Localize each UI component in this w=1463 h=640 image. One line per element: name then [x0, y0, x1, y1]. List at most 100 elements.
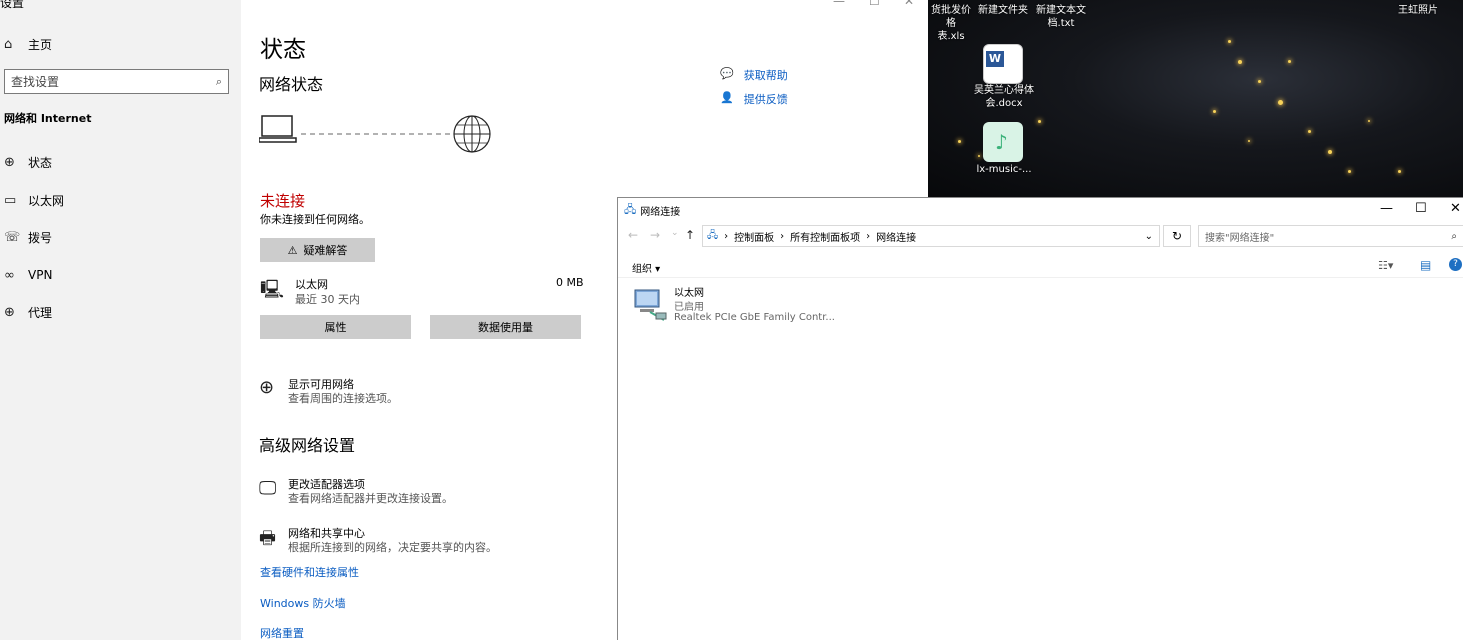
breadcrumb-sep-icon: ›	[780, 230, 785, 242]
organize-menu[interactable]: 组织 ▾	[632, 260, 660, 275]
connection-status: 已启用	[674, 302, 704, 313]
desktop-icon-photos[interactable]: 王虹照片	[1390, 4, 1446, 17]
search-placeholder: 搜索"网络连接"	[1205, 232, 1275, 244]
proxy-icon: ⊕	[4, 304, 15, 320]
window-caption: 设置	[0, 0, 25, 10]
globe-lock-icon: ⊕	[259, 377, 275, 398]
desktop-icon-label: 新建文本文	[1036, 5, 1086, 16]
sidebar-item-label: 状态	[28, 155, 53, 170]
desktop-icon-label: 吴英兰心得体	[974, 85, 1034, 96]
feedback-link[interactable]: 👤 提供反馈	[720, 91, 788, 107]
up-arrow-icon[interactable]: ↑	[685, 228, 695, 242]
data-usage-button[interactable]: 数据使用量	[430, 315, 581, 339]
view-options-icon[interactable]: ☷▾	[1378, 259, 1393, 272]
search-placeholder: 查找设置	[11, 75, 60, 89]
home-icon: ⌂	[4, 36, 13, 52]
breadcrumb-network[interactable]: 网络连接	[876, 229, 916, 244]
sidebar-item-vpn[interactable]: ∞ VPN	[4, 265, 52, 285]
connection-status: 未连接	[260, 192, 306, 210]
breadcrumb-sep-icon: ›	[866, 230, 871, 242]
help-icon: 💬	[720, 67, 734, 80]
search-icon: ⌕	[1451, 230, 1457, 242]
sidebar-item-label: VPN	[28, 268, 53, 282]
close-icon[interactable]: ✕	[1450, 201, 1461, 216]
address-dropdown-icon[interactable]: ⌄	[1145, 231, 1153, 242]
sidebar-item-dialup[interactable]: ☏ 拨号	[4, 227, 52, 247]
status-icon: ⊕	[4, 154, 15, 170]
desktop-icon-label: 货批发价格	[931, 5, 971, 29]
sidebar-section-title: 网络和 Internet	[4, 112, 92, 125]
sidebar-item-label: 代理	[28, 305, 53, 320]
breadcrumb-control-panel[interactable]: 控制面板	[734, 229, 774, 244]
connection-status-desc: 你未连接到任何网络。	[260, 213, 370, 226]
settings-search-input[interactable]: 查找设置 ⌕	[4, 69, 229, 94]
back-arrow-icon[interactable]: ←	[628, 228, 638, 242]
minimize-icon[interactable]: —	[1380, 201, 1393, 216]
sidebar-item-proxy[interactable]: ⊕ 代理	[4, 302, 52, 322]
advanced-heading: 高级网络设置	[259, 436, 356, 455]
dialup-icon: ☏	[4, 229, 21, 245]
page-title: 状态	[260, 37, 306, 63]
ethernet-usage: 0 MB	[556, 276, 584, 289]
explorer-window: 🖧 网络连接 — ☐ ✕ ← → ⌄ ↑ 🖧 › 控制面板 › 所有控制面板项 …	[617, 197, 1463, 640]
connection-name: 以太网	[674, 288, 704, 299]
desktop-icon-lx-music[interactable]: lx-music-...	[972, 163, 1036, 176]
refresh-button[interactable]: ↻	[1163, 225, 1191, 247]
minimize-icon[interactable]: —	[833, 0, 845, 8]
properties-button[interactable]: 属性	[260, 315, 411, 339]
sidebar-item-ethernet[interactable]: ▭ 以太网	[4, 190, 64, 210]
desktop-icon-label: lx-music-...	[976, 164, 1032, 175]
desktop-icon-xls[interactable]: 货批发价格 表.xls	[928, 4, 974, 43]
settings-sidebar: 设置 ⌂ 主页 查找设置 ⌕ 网络和 Internet ⊕ 状态 ▭ 以太网 ☏…	[0, 0, 241, 640]
connection-device: Realtek PCIe GbE Family Contr...	[674, 312, 835, 323]
help-icon[interactable]: ?	[1449, 258, 1462, 271]
sidebar-home[interactable]: ⌂ 主页	[4, 34, 52, 54]
sharing-center-icon: 🖶	[259, 528, 276, 549]
network-diagram	[259, 115, 491, 153]
troubleshoot-button[interactable]: ⚠ 疑难解答	[260, 238, 375, 262]
desktop-icon-label: 王虹照片	[1398, 5, 1438, 16]
explorer-search-input[interactable]: 搜索"网络连接" ⌕	[1198, 225, 1463, 247]
get-help-link[interactable]: 💬 获取帮助	[720, 67, 788, 83]
hardware-properties-link[interactable]: 查看硬件和连接属性	[260, 564, 359, 580]
desktop-icon-label: 新建文件夹	[978, 5, 1028, 16]
breadcrumb-sep-icon: ›	[724, 230, 729, 242]
address-bar[interactable]: 🖧 › 控制面板 › 所有控制面板项 › 网络连接 ⌄	[702, 225, 1160, 247]
preview-pane-icon[interactable]: ▤	[1420, 258, 1431, 272]
laptop-icon	[259, 115, 297, 143]
sidebar-item-label: 拨号	[28, 230, 53, 245]
firewall-link[interactable]: Windows 防火墙	[260, 595, 346, 611]
vpn-icon: ∞	[4, 267, 15, 283]
desktop-icon-new-folder[interactable]: 新建文件夹	[976, 4, 1030, 17]
network-reset-link[interactable]: 网络重置	[260, 625, 304, 640]
sidebar-home-label: 主页	[28, 37, 53, 52]
ethernet-icon: ▭	[4, 192, 17, 208]
maximize-icon[interactable]: ☐	[1415, 201, 1427, 216]
adapter-icon: 🖵	[259, 478, 277, 499]
desktop-icon-docx[interactable]: 吴英兰心得体 会.docx	[972, 84, 1036, 110]
sidebar-item-status[interactable]: ⊕ 状态	[4, 152, 52, 172]
maximize-icon[interactable]: ☐	[869, 0, 880, 8]
desktop-icon-label: 档.txt	[1047, 18, 1075, 29]
ethernet-connection-item[interactable]: 以太网 已启用 Realtek PCIe GbE Family Contr...	[632, 284, 852, 328]
desktop-icon-label: 表.xls	[937, 31, 965, 42]
ethernet-adapter-icon	[634, 289, 667, 321]
forward-arrow-icon[interactable]: →	[650, 228, 660, 242]
desktop-icon-txt[interactable]: 新建文本文 档.txt	[1034, 4, 1088, 30]
word-doc-icon[interactable]: W	[983, 44, 1023, 84]
show-networks-desc: 查看周围的连接选项。	[288, 392, 398, 405]
breadcrumb-all-items[interactable]: 所有控制面板项	[790, 229, 860, 244]
music-app-icon[interactable]: ♪	[983, 122, 1023, 162]
ethernet-period: 最近 30 天内	[295, 293, 360, 306]
desktop-icon-label: 会.docx	[985, 98, 1023, 109]
close-icon[interactable]: ✕	[904, 0, 914, 8]
recent-dropdown-icon[interactable]: ⌄	[671, 228, 679, 238]
network-folder-icon: 🖧	[624, 202, 637, 216]
sharing-center-desc: 根据所连接到的网络，决定要共享的内容。	[288, 541, 497, 554]
explorer-title: 网络连接	[640, 206, 681, 218]
network-status-heading: 网络状态	[259, 75, 324, 94]
explorer-toolbar: 组织 ▾ ☷▾ ▤ ?	[618, 254, 1463, 278]
sidebar-item-label: 以太网	[28, 193, 65, 208]
feedback-icon: 👤	[720, 91, 734, 104]
globe-icon	[453, 115, 491, 153]
